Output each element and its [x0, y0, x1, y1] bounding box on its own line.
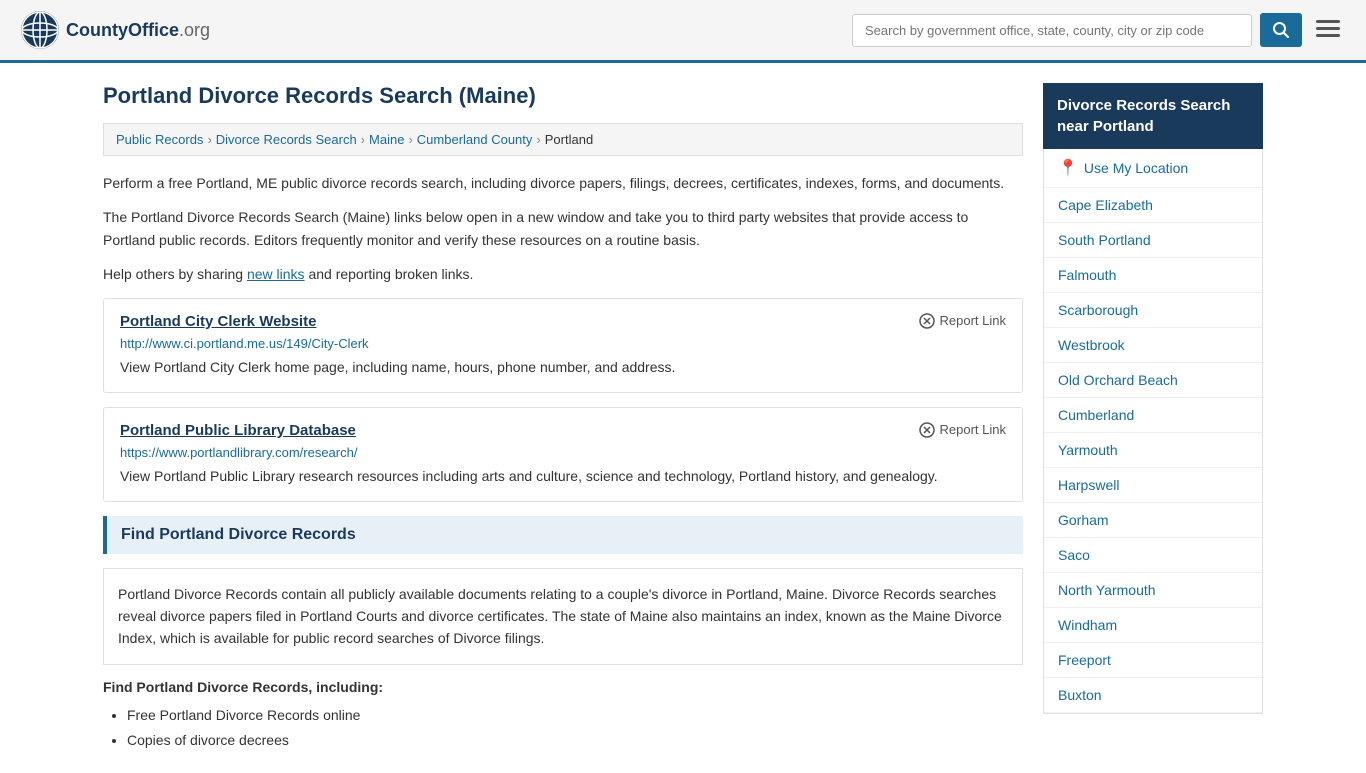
intro-text-2: The Portland Divorce Records Search (Mai…	[103, 206, 1023, 251]
breadcrumb-sep-2: ›	[361, 132, 365, 147]
use-my-location-link[interactable]: Use My Location	[1084, 160, 1188, 176]
resource-desc-0: View Portland City Clerk home page, incl…	[120, 357, 1006, 378]
location-pin-icon: 📍	[1058, 158, 1078, 178]
sidebar-link-freeport[interactable]: Freeport	[1044, 643, 1262, 678]
sidebar-content: 📍 Use My Location Cape Elizabeth South P…	[1043, 149, 1263, 714]
sidebar-link-old-orchard-beach[interactable]: Old Orchard Beach	[1044, 363, 1262, 398]
breadcrumb-sep-3: ›	[408, 132, 412, 147]
hamburger-icon	[1316, 20, 1340, 38]
logo-area: CountyOffice.org	[20, 10, 210, 50]
resource-card-1: Portland Public Library Database Report …	[103, 407, 1023, 502]
search-button[interactable]	[1260, 13, 1302, 47]
breadcrumb-portland: Portland	[545, 132, 593, 147]
main-container: Portland Divorce Records Search (Maine) …	[83, 63, 1283, 773]
use-my-location-item[interactable]: 📍 Use My Location	[1044, 149, 1262, 188]
sidebar-link-windham[interactable]: Windham	[1044, 608, 1262, 643]
intro-text-1: Perform a free Portland, ME public divor…	[103, 172, 1023, 194]
sidebar-link-harpswell[interactable]: Harpswell	[1044, 468, 1262, 503]
resource-card-header-0: Portland City Clerk Website Report Link	[120, 313, 1006, 330]
find-records-body: Portland Divorce Records contain all pub…	[103, 568, 1023, 665]
breadcrumb-public-records[interactable]: Public Records	[116, 132, 203, 147]
sidebar-title: Divorce Records Search near Portland	[1043, 83, 1263, 149]
resource-card-header-1: Portland Public Library Database Report …	[120, 422, 1006, 439]
sidebar-link-yarmouth[interactable]: Yarmouth	[1044, 433, 1262, 468]
resource-url-0: http://www.ci.portland.me.us/149/City-Cl…	[120, 336, 1006, 351]
search-icon	[1272, 21, 1290, 39]
resource-title-1[interactable]: Portland Public Library Database	[120, 422, 356, 439]
breadcrumb-divorce-records-search[interactable]: Divorce Records Search	[216, 132, 357, 147]
resource-desc-1: View Portland Public Library research re…	[120, 466, 1006, 487]
search-input[interactable]	[852, 14, 1252, 47]
header: CountyOffice.org	[0, 0, 1366, 63]
list-item-0: Free Portland Divorce Records online	[127, 703, 1023, 728]
sidebar-link-saco[interactable]: Saco	[1044, 538, 1262, 573]
report-icon-0	[919, 313, 935, 329]
search-area	[852, 13, 1346, 47]
sidebar: Divorce Records Search near Portland 📍 U…	[1043, 83, 1263, 753]
report-icon-1	[919, 422, 935, 438]
menu-button[interactable]	[1310, 14, 1346, 47]
breadcrumb: Public Records › Divorce Records Search …	[103, 123, 1023, 156]
find-records-list: Free Portland Divorce Records online Cop…	[103, 703, 1023, 753]
resource-url-1: https://www.portlandlibrary.com/research…	[120, 445, 1006, 460]
breadcrumb-cumberland-county[interactable]: Cumberland County	[417, 132, 533, 147]
resource-title-0[interactable]: Portland City Clerk Website	[120, 313, 316, 330]
breadcrumb-maine[interactable]: Maine	[369, 132, 404, 147]
sidebar-link-north-yarmouth[interactable]: North Yarmouth	[1044, 573, 1262, 608]
intro-text-3: Help others by sharing new links and rep…	[103, 263, 1023, 285]
sidebar-link-buxton[interactable]: Buxton	[1044, 678, 1262, 713]
sidebar-link-westbrook[interactable]: Westbrook	[1044, 328, 1262, 363]
new-links-link[interactable]: new links	[247, 266, 305, 282]
sidebar-link-cape-elizabeth[interactable]: Cape Elizabeth	[1044, 188, 1262, 223]
intro3-before: Help others by sharing	[103, 266, 247, 282]
find-records-header: Find Portland Divorce Records	[103, 516, 1023, 554]
report-link-button-0[interactable]: Report Link	[919, 313, 1006, 329]
sidebar-link-gorham[interactable]: Gorham	[1044, 503, 1262, 538]
content-area: Portland Divorce Records Search (Maine) …	[103, 83, 1023, 753]
breadcrumb-sep-1: ›	[207, 132, 211, 147]
logo-icon	[20, 10, 60, 50]
resource-card-0: Portland City Clerk Website Report Link …	[103, 298, 1023, 393]
list-item-1: Copies of divorce decrees	[127, 728, 1023, 753]
logo-text: CountyOffice.org	[66, 20, 210, 41]
intro3-after: and reporting broken links.	[305, 266, 474, 282]
breadcrumb-sep-4: ›	[536, 132, 540, 147]
report-link-button-1[interactable]: Report Link	[919, 422, 1006, 438]
sidebar-link-scarborough[interactable]: Scarborough	[1044, 293, 1262, 328]
sidebar-link-cumberland[interactable]: Cumberland	[1044, 398, 1262, 433]
sidebar-link-south-portland[interactable]: South Portland	[1044, 223, 1262, 258]
page-title: Portland Divorce Records Search (Maine)	[103, 83, 1023, 109]
sidebar-link-falmouth[interactable]: Falmouth	[1044, 258, 1262, 293]
find-records-subtitle: Find Portland Divorce Records, including…	[103, 679, 1023, 695]
find-records-paragraph: Portland Divorce Records contain all pub…	[118, 583, 1008, 650]
